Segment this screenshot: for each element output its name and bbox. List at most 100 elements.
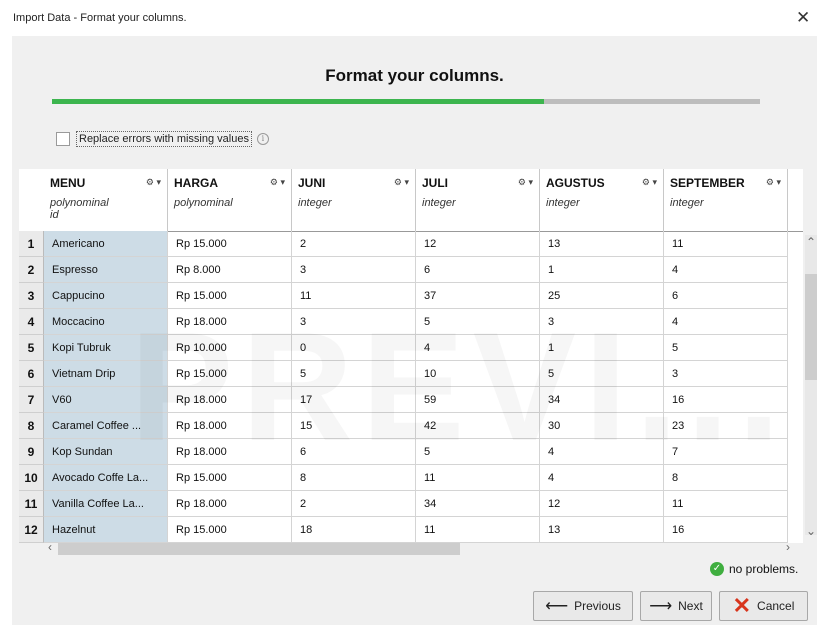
column-header[interactable]: AGUSTUS ⚙ ▾ integer [540,169,664,231]
table-cell[interactable]: Rp 18.000 [168,439,292,465]
table-cell[interactable]: Avocado Coffe La... [44,465,168,491]
table-cell[interactable]: Rp 10.000 [168,335,292,361]
table-cell[interactable]: 5 [416,439,540,465]
table-cell[interactable]: 4 [540,439,664,465]
table-cell[interactable]: 4 [416,335,540,361]
column-header[interactable]: SEPTEMBER ⚙ ▾ integer [664,169,788,231]
table-cell[interactable]: 23 [664,413,788,439]
cancel-button[interactable]: ✕ Cancel [719,591,808,621]
gear-dropdown-icon[interactable]: ⚙ ▾ [766,177,781,188]
table-cell[interactable]: 11 [664,231,788,257]
gear-dropdown-icon[interactable]: ⚙ ▾ [270,177,285,188]
table-cell[interactable]: 12 [540,491,664,517]
table-cell[interactable]: 3 [292,309,416,335]
table-cell[interactable]: 8 [664,465,788,491]
next-button[interactable]: ⟶ Next [640,591,712,621]
scroll-down-icon[interactable]: ⌄ [806,524,816,538]
table-cell[interactable]: 6 [292,439,416,465]
table-cell[interactable]: 10 [416,361,540,387]
table-cell[interactable]: V60 [44,387,168,413]
replace-errors-label[interactable]: Replace errors with missing values [76,131,252,147]
vertical-scrollbar[interactable] [805,235,817,535]
table-cell[interactable]: 1 [540,335,664,361]
table-cell[interactable]: 4 [540,465,664,491]
table-cell[interactable]: 30 [540,413,664,439]
table-cell[interactable]: 11 [664,491,788,517]
table-cell[interactable]: 3 [664,361,788,387]
table-cell[interactable]: 6 [416,257,540,283]
table-cell[interactable]: Rp 8.000 [168,257,292,283]
table-cell[interactable]: 16 [664,517,788,543]
table-cell[interactable]: 11 [416,465,540,491]
table-cell[interactable]: Vanilla Coffee La... [44,491,168,517]
table-cell[interactable]: 2 [292,491,416,517]
table-cell[interactable]: Caramel Coffee ... [44,413,168,439]
replace-errors-checkbox[interactable] [56,132,70,146]
table-cell[interactable]: 11 [292,283,416,309]
previous-button[interactable]: ⟵ Previous [533,591,633,621]
table-cell[interactable]: 25 [540,283,664,309]
gear-dropdown-icon[interactable]: ⚙ ▾ [394,177,409,188]
column-header[interactable]: JULI ⚙ ▾ integer [416,169,540,231]
column-header[interactable]: MENU ⚙ ▾ polynominal id [44,169,168,231]
table-cell[interactable]: Rp 15.000 [168,517,292,543]
table-cell[interactable]: Rp 18.000 [168,387,292,413]
table-cell[interactable]: Vietnam Drip [44,361,168,387]
replace-errors-option[interactable]: Replace errors with missing values i [56,130,269,148]
table-cell[interactable]: 3 [540,309,664,335]
table-cell[interactable]: Rp 18.000 [168,309,292,335]
table-cell[interactable]: 11 [416,517,540,543]
table-cell[interactable]: 5 [664,335,788,361]
table-cell[interactable]: 2 [292,231,416,257]
table-cell[interactable]: 5 [292,361,416,387]
table-cell[interactable]: 18 [292,517,416,543]
gear-dropdown-icon[interactable]: ⚙ ▾ [518,177,533,188]
gear-dropdown-icon[interactable]: ⚙ ▾ [146,177,161,188]
table-cell[interactable]: 59 [416,387,540,413]
table-cell[interactable]: 34 [540,387,664,413]
table-cell[interactable]: Rp 15.000 [168,231,292,257]
table-cell[interactable]: 34 [416,491,540,517]
table-cell[interactable]: 37 [416,283,540,309]
table-cell[interactable]: 15 [292,413,416,439]
table-cell[interactable]: Cappucino [44,283,168,309]
wizard-progress-bar [52,99,760,104]
gear-dropdown-icon[interactable]: ⚙ ▾ [642,177,657,188]
table-cell[interactable]: 4 [664,309,788,335]
table-cell[interactable]: 13 [540,517,664,543]
column-header[interactable]: JUNI ⚙ ▾ integer [292,169,416,231]
table-cell[interactable]: 4 [664,257,788,283]
table-cell[interactable]: 17 [292,387,416,413]
table-cell[interactable]: Kop Sundan [44,439,168,465]
close-icon[interactable]: ✕ [796,8,810,28]
scroll-right-icon[interactable]: › [786,540,790,554]
table-cell[interactable]: Rp 18.000 [168,413,292,439]
table-cell[interactable]: Rp 15.000 [168,283,292,309]
table-cell[interactable]: 1 [540,257,664,283]
table-cell[interactable]: Americano [44,231,168,257]
scroll-left-icon[interactable]: ‹ [48,540,52,554]
table-cell[interactable]: Rp 15.000 [168,361,292,387]
table-cell[interactable]: 6 [664,283,788,309]
table-cell[interactable]: Rp 18.000 [168,491,292,517]
table-cell[interactable]: Espresso [44,257,168,283]
table-cell[interactable]: 13 [540,231,664,257]
horizontal-scrollbar[interactable] [52,543,797,555]
column-header[interactable]: HARGA ⚙ ▾ polynominal [168,169,292,231]
table-cell[interactable]: 5 [540,361,664,387]
table-cell[interactable]: 0 [292,335,416,361]
table-cell[interactable]: 8 [292,465,416,491]
table-cell[interactable]: 42 [416,413,540,439]
horizontal-scroll-thumb[interactable] [58,543,460,555]
scroll-up-icon[interactable]: ⌃ [806,235,816,249]
table-cell[interactable]: 12 [416,231,540,257]
table-cell[interactable]: 16 [664,387,788,413]
table-cell[interactable]: 5 [416,309,540,335]
table-cell[interactable]: 3 [292,257,416,283]
table-cell[interactable]: Kopi Tubruk [44,335,168,361]
vertical-scroll-thumb[interactable] [805,274,817,380]
table-cell[interactable]: Hazelnut [44,517,168,543]
table-cell[interactable]: Moccacino [44,309,168,335]
table-cell[interactable]: Rp 15.000 [168,465,292,491]
table-cell[interactable]: 7 [664,439,788,465]
